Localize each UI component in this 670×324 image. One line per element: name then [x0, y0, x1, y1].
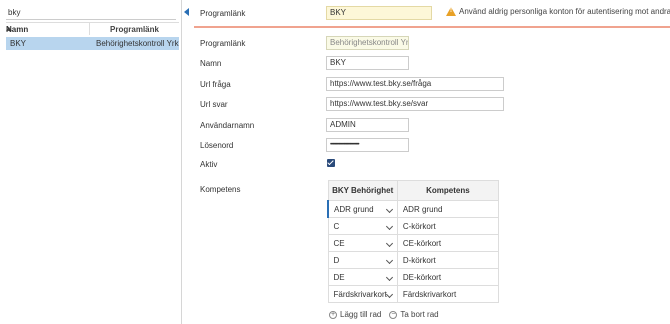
- programlank-field: Behörighetskontroll Yrk...: [326, 36, 409, 50]
- column-header-namn[interactable]: Namn: [6, 23, 90, 35]
- chevron-down-icon[interactable]: [385, 222, 393, 231]
- behorighet-select[interactable]: C: [327, 217, 398, 235]
- chevron-down-icon[interactable]: [385, 205, 393, 214]
- results-grid: Namn Programlänk BKY Behörighetskontroll…: [6, 22, 179, 50]
- kompetens-cell: D-körkort: [396, 251, 500, 269]
- behorighet-value: ADR grund: [334, 204, 374, 214]
- chevron-down-icon[interactable]: [385, 273, 393, 282]
- behorighet-select[interactable]: DE: [327, 268, 398, 286]
- behorighet-select[interactable]: CE: [327, 234, 398, 252]
- kompetens-cell: C-körkort: [396, 217, 500, 235]
- column-header-bky-behorighet[interactable]: BKY Behörighet: [327, 180, 398, 201]
- behorighet-value: Färdskrivarkort: [333, 289, 387, 299]
- behorighet-value: DE: [333, 272, 345, 282]
- kompetens-cell: DE-körkort: [396, 268, 500, 286]
- column-header-programlank[interactable]: Programlänk: [90, 25, 179, 34]
- plus-circle-icon: +: [329, 310, 337, 319]
- column-header-namn-label: Namn: [6, 24, 29, 34]
- kompetens-cell: Färdskrivarkort: [396, 285, 500, 303]
- remove-row-label: Ta bort rad: [400, 310, 439, 319]
- kompetens-table-header: BKY Behörighet Kompetens: [327, 180, 500, 201]
- warning-text: Använd aldrig personliga konton för aute…: [459, 7, 670, 16]
- header-programlank-label: Programlänk: [200, 9, 246, 18]
- aktiv-label: Aktiv: [200, 160, 218, 169]
- kompetens-row[interactable]: C C-körkort: [327, 217, 500, 235]
- password-field[interactable]: ••••••••••••••••••••••••••: [326, 138, 409, 152]
- url-fraga-field[interactable]: https://www.test.bky.se/fråga: [326, 77, 504, 91]
- behorighet-value: CE: [333, 238, 345, 248]
- kompetens-row[interactable]: CE CE-körkort: [327, 234, 500, 252]
- kompetens-row[interactable]: Färdskrivarkort Färdskrivarkort: [327, 285, 500, 303]
- collapse-left-icon[interactable]: [184, 8, 189, 16]
- chevron-down-icon[interactable]: [385, 239, 393, 248]
- behorighet-value: D: [333, 255, 340, 265]
- column-header-kompetens[interactable]: Kompetens: [396, 180, 500, 201]
- behorighet-select[interactable]: ADR grund: [326, 200, 398, 218]
- anvandarnamn-field[interactable]: ADMIN: [326, 118, 409, 132]
- minus-circle-icon: −: [389, 310, 398, 319]
- row-actions: + Lägg till rad − Ta bort rad: [329, 310, 447, 319]
- kompetens-row[interactable]: DE DE-körkort: [327, 268, 500, 286]
- header-programlank-field[interactable]: BKY: [326, 6, 432, 20]
- namn-field[interactable]: BKY: [326, 56, 409, 70]
- behorighet-select[interactable]: Färdskrivarkort: [327, 285, 398, 303]
- add-row-button[interactable]: + Lägg till rad: [329, 310, 381, 319]
- remove-row-button[interactable]: − Ta bort rad: [389, 310, 439, 319]
- kompetens-row[interactable]: D D-körkort: [327, 251, 500, 269]
- losenord-label: Lösenord: [200, 141, 234, 150]
- url-fraga-label: Url fråga: [200, 80, 231, 89]
- kompetens-label: Kompetens: [200, 185, 241, 194]
- grid-row-selected[interactable]: BKY Behörighetskontroll Yrk...: [6, 37, 179, 50]
- add-row-label: Lägg till rad: [340, 310, 382, 319]
- aktiv-checkbox[interactable]: [327, 159, 335, 167]
- kompetens-cell: CE-körkort: [396, 234, 500, 252]
- kompetens-row[interactable]: ADR grund ADR grund: [326, 200, 500, 218]
- grid-cell-programlank: Behörighetskontroll Yrk...: [96, 39, 179, 48]
- namn-label: Namn: [200, 59, 222, 68]
- behorighet-select[interactable]: D: [327, 251, 398, 269]
- grid-cell-namn: BKY: [10, 39, 27, 48]
- warning-triangle-icon: [446, 7, 456, 16]
- kompetens-table: BKY Behörighet Kompetens ADR grund ADR g…: [326, 180, 500, 303]
- grid-header: Namn Programlänk: [6, 23, 179, 35]
- chevron-down-icon[interactable]: [385, 256, 393, 265]
- anvandarnamn-label: Användarnamn: [200, 121, 255, 130]
- list-panel: Namn Programlänk BKY Behörighetskontroll…: [0, 0, 182, 324]
- url-svar-label: Url svar: [200, 100, 228, 109]
- warning-message: Använd aldrig personliga konton för aute…: [446, 7, 670, 16]
- kompetens-cell: ADR grund: [396, 200, 500, 218]
- url-svar-field[interactable]: https://www.test.bky.se/svar: [326, 97, 504, 111]
- search-input[interactable]: [6, 6, 176, 20]
- behorighet-value: C: [333, 221, 340, 231]
- programlank-label: Programlänk: [200, 39, 246, 48]
